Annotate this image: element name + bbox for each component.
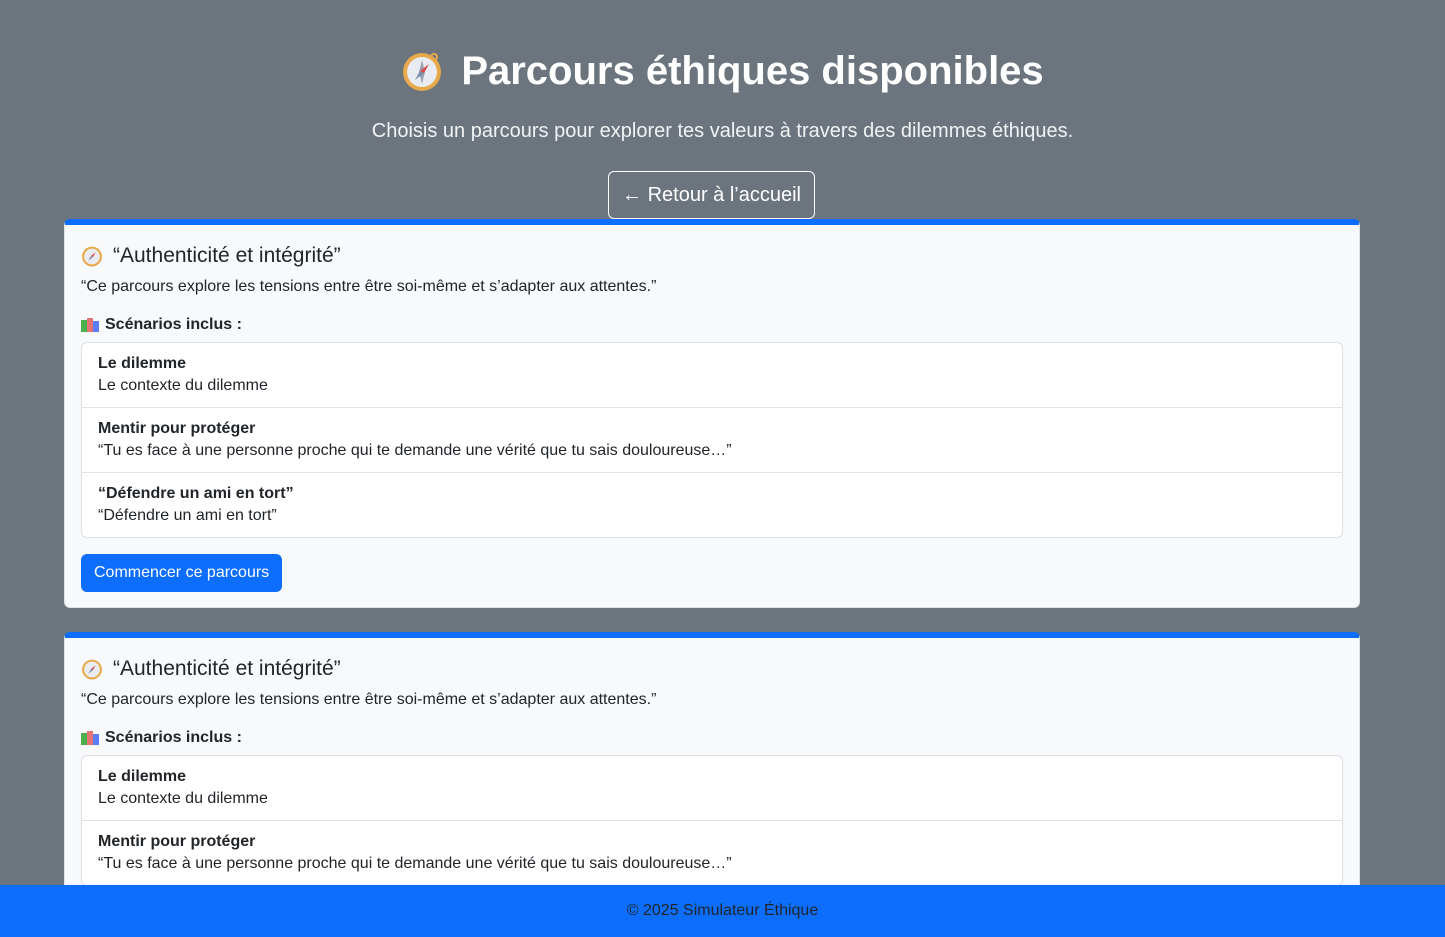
scenario-text: Le contexte du dilemme <box>98 377 268 394</box>
parcours-card: “Authenticité et intégrité” “Ce parcours… <box>64 632 1360 885</box>
scenarios-label: Scénarios inclus : <box>105 316 242 333</box>
scenario-item: Le dilemme Le contexte du dilemme <box>82 756 1342 820</box>
parcours-title-row: “Authenticité et intégrité” <box>81 242 1343 270</box>
compass-icon <box>82 659 102 680</box>
scenario-list: Le dilemme Le contexte du dilemme Mentir… <box>81 342 1343 538</box>
scenario-text: “Défendre un ami en tort” <box>98 507 277 524</box>
scenario-title: Le dilemme <box>98 355 187 372</box>
start-parcours-button[interactable]: Commencer ce parcours <box>81 554 283 592</box>
scenario-title: Mentir pour protéger <box>98 420 256 437</box>
scenario-list: Le dilemme Le contexte du dilemme Mentir… <box>81 755 1343 885</box>
compass-icon <box>403 53 442 91</box>
books-icon <box>81 731 99 745</box>
parcours-title-row: “Authenticité et intégrité” <box>81 655 1343 683</box>
parcours-card: “Authenticité et intégrité” “Ce parcours… <box>64 219 1360 608</box>
scenario-text: Le contexte du dilemme <box>98 790 268 807</box>
page-title: Parcours éthiques disponibles <box>461 48 1044 93</box>
page-subtitle: Choisis un parcours pour explorer tes va… <box>371 120 1074 142</box>
parcours-description: “Ce parcours explore les tensions entre … <box>81 691 657 708</box>
scenario-item: Mentir pour protéger “Tu es face à une p… <box>82 407 1342 472</box>
scenarios-heading: Scénarios inclus : <box>81 314 1343 336</box>
scenario-title: Le dilemme <box>98 768 187 785</box>
footer-text: © 2025 Simulateur Éthique <box>626 902 819 919</box>
footer: © 2025 Simulateur Éthique <box>0 885 1445 937</box>
scenario-item: “Défendre un ami en tort” “Défendre un a… <box>82 472 1342 537</box>
scenario-text: “Tu es face à une personne proche qui te… <box>98 442 732 459</box>
parcours-description: “Ce parcours explore les tensions entre … <box>81 278 657 295</box>
scenario-item: Le dilemme Le contexte du dilemme <box>82 343 1342 407</box>
scenario-title: Mentir pour protéger <box>98 833 256 850</box>
parcours-title: “Authenticité et intégrité” <box>113 244 341 267</box>
books-icon <box>81 318 99 332</box>
scenario-title: “Défendre un ami en tort” <box>98 485 294 502</box>
scenarios-heading: Scénarios inclus : <box>81 727 1343 749</box>
scenario-item: Mentir pour protéger “Tu es face à une p… <box>82 820 1342 885</box>
back-home-button[interactable]: ← Retour à l’accueil <box>608 171 815 219</box>
parcours-title: “Authenticité et intégrité” <box>113 657 341 680</box>
scenario-text: “Tu es face à une personne proche qui te… <box>98 855 732 872</box>
page-title-row: Parcours éthiques disponibles <box>0 44 1445 98</box>
page: Parcours éthiques disponibles Choisis un… <box>0 0 1445 885</box>
scenarios-label: Scénarios inclus : <box>105 729 242 746</box>
compass-icon <box>82 246 102 267</box>
